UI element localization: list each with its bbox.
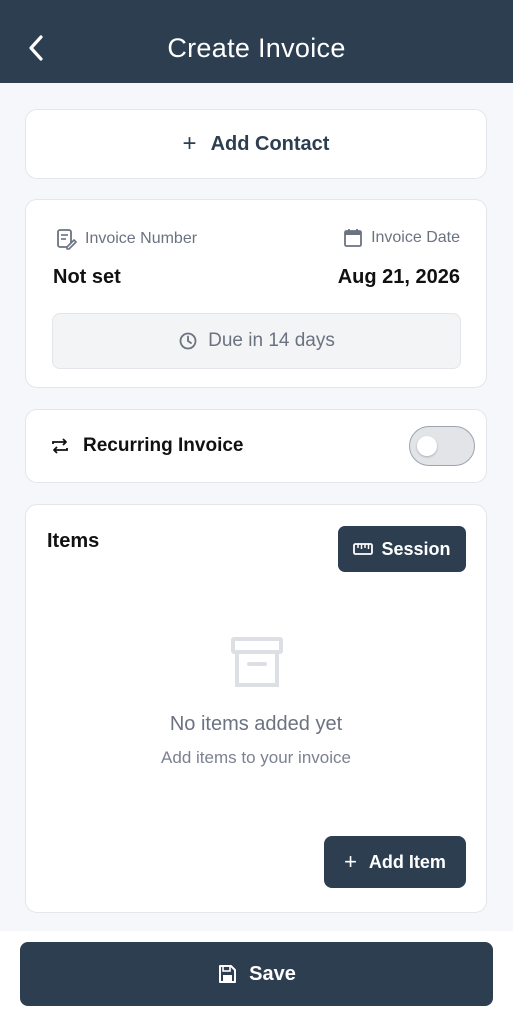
clock-icon [179, 332, 197, 350]
session-button-label: Session [381, 538, 451, 559]
recurring-invoice-toggle[interactable] [409, 426, 475, 466]
recurring-invoice-card: Recurring Invoice [25, 409, 487, 483]
items-card: Items Session No items added yet Add ite… [25, 504, 487, 913]
footer-bar: Save [0, 931, 513, 1024]
toggle-knob [417, 436, 437, 456]
add-item-button[interactable]: + Add Item [324, 836, 466, 888]
plus-icon: + [344, 849, 357, 874]
add-contact-button[interactable]: + Add Contact [25, 109, 487, 179]
empty-state-title: No items added yet [169, 713, 343, 735]
invoice-date-label: Invoice Date [343, 228, 460, 248]
due-date-selector[interactable]: Due in 14 days [52, 313, 461, 369]
save-icon [219, 965, 237, 983]
invoice-details-card: Invoice Number Invoice Date Not set Aug … [25, 199, 487, 388]
invoice-number-label-text: Invoice Number [85, 230, 198, 247]
calendar-icon [344, 229, 362, 247]
add-contact-label: Add Contact [210, 132, 330, 155]
session-button[interactable]: Session [338, 526, 466, 572]
add-item-label: Add Item [368, 851, 446, 872]
recurring-invoice-label: Recurring Invoice [83, 435, 244, 456]
invoice-date-value[interactable]: Aug 21, 2026 [338, 266, 460, 289]
ruler-icon [353, 543, 374, 555]
archive-box-icon [231, 637, 283, 687]
empty-state-subtitle: Add items to your invoice [161, 748, 351, 767]
save-button[interactable]: Save [20, 942, 493, 1006]
note-edit-icon [57, 229, 77, 250]
due-date-label: Due in 14 days [208, 330, 335, 351]
invoice-date-label-text: Invoice Date [371, 229, 460, 246]
app-header: Create Invoice [0, 0, 513, 83]
invoice-number-label: Invoice Number [55, 228, 197, 250]
invoice-number-value[interactable]: Not set [53, 266, 121, 289]
page-title: Create Invoice [167, 33, 346, 63]
save-button-label: Save [249, 962, 296, 985]
items-title: Items [47, 530, 100, 552]
plus-icon: + [182, 130, 197, 157]
repeat-icon [52, 438, 68, 454]
